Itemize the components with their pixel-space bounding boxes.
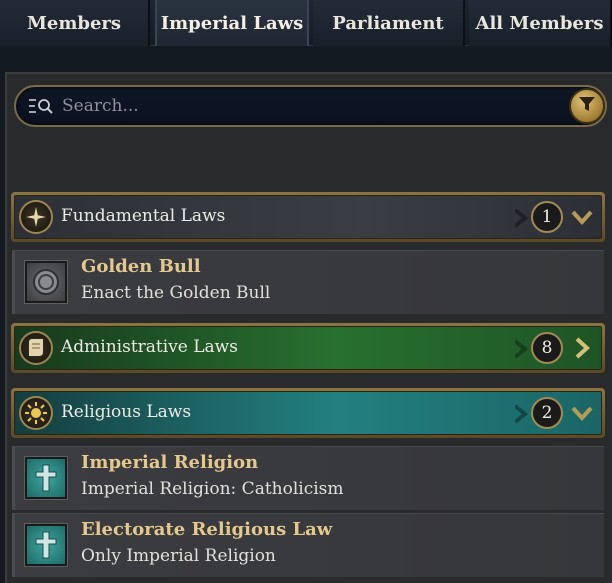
law-subtitle: Enact the Golden Bull: [81, 283, 271, 303]
tab-bar: Members Imperial Laws Parliament All Mem…: [0, 0, 612, 46]
category-label: Religious Laws: [61, 402, 192, 422]
tab-imperial-laws[interactable]: Imperial Laws: [155, 0, 309, 46]
category-administrative-laws[interactable]: Administrative Laws 8: [11, 323, 605, 373]
law-title: Golden Bull: [81, 256, 201, 277]
chevron-down-icon[interactable]: [569, 205, 595, 229]
filter-button[interactable]: [569, 88, 605, 124]
tab-all-members[interactable]: All Members: [469, 0, 612, 46]
search-icon: [28, 97, 54, 115]
law-subtitle: Imperial Religion: Catholicism: [81, 479, 344, 499]
category-fundamental-laws[interactable]: Fundamental Laws 1: [11, 192, 605, 242]
tab-parliament[interactable]: Parliament: [313, 0, 465, 46]
category-religious-laws[interactable]: Religious Laws 2: [11, 388, 605, 438]
category-count-badge: 8: [531, 332, 563, 364]
category-count-badge: 2: [531, 397, 563, 429]
law-item-golden-bull[interactable]: Golden Bull Enact the Golden Bull: [12, 250, 604, 314]
sun-emblem-icon: [19, 396, 53, 430]
search-input[interactable]: [62, 93, 552, 119]
scroll-emblem-icon: [19, 331, 53, 365]
category-label: Fundamental Laws: [61, 206, 226, 226]
cross-icon: [25, 457, 67, 499]
golden-bull-icon: [25, 261, 67, 303]
filter-icon: [578, 95, 596, 117]
cross-icon: [25, 524, 67, 566]
chevron-right-icon[interactable]: [569, 336, 595, 360]
law-item-electorate-religious-law[interactable]: Electorate Religious Law Only Imperial R…: [12, 513, 604, 577]
chevron-down-icon[interactable]: [569, 401, 595, 425]
law-title: Imperial Religion: [81, 452, 259, 473]
category-label: Administrative Laws: [61, 337, 238, 357]
law-subtitle: Only Imperial Religion: [81, 546, 276, 566]
law-title: Electorate Religious Law: [81, 519, 333, 540]
star-emblem-icon: [19, 200, 53, 234]
tab-members[interactable]: Members: [0, 0, 150, 46]
search-bar: [14, 85, 607, 127]
category-count-badge: 1: [531, 201, 563, 233]
law-item-imperial-religion[interactable]: Imperial Religion Imperial Religion: Cat…: [12, 446, 604, 510]
